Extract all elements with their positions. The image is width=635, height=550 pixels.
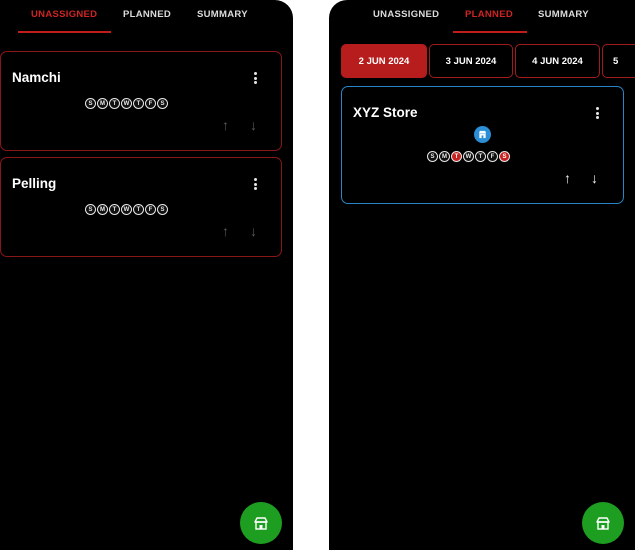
move-up-icon[interactable]: ↑ [222, 224, 229, 238]
weekday-selector: S M T W T F S [85, 204, 168, 215]
tab-summary[interactable]: SUMMARY [538, 9, 589, 20]
day-thursday[interactable]: T [475, 151, 486, 162]
store-card-xyz[interactable]: XYZ Store S M T W T F S ↑ ↓ [341, 86, 624, 204]
weekday-selector: S M T W T F S [427, 151, 510, 162]
tab-unassigned[interactable]: UNASSIGNED [373, 9, 439, 20]
card-title: XYZ Store [353, 105, 418, 120]
card-title: Namchi [12, 70, 61, 85]
day-monday[interactable]: M [439, 151, 450, 162]
assign-store-button[interactable] [582, 502, 624, 544]
more-options-icon[interactable] [596, 107, 600, 121]
move-up-icon[interactable]: ↑ [564, 171, 571, 185]
tab-planned[interactable]: PLANNED [123, 9, 171, 20]
day-thursday[interactable]: T [133, 98, 144, 109]
day-sunday[interactable]: S [85, 204, 96, 215]
store-assign-icon [596, 517, 610, 530]
location-card-namchi[interactable]: Namchi S M T W T F S ↑ ↓ [0, 51, 282, 151]
active-tab-indicator [453, 31, 527, 33]
location-card-pelling[interactable]: Pelling S M T W T F S ↑ ↓ [0, 157, 282, 257]
day-saturday[interactable]: S [157, 204, 168, 215]
planned-screen: UNASSIGNED PLANNED SUMMARY 2 JUN 2024 3 … [329, 0, 635, 550]
tab-bar: UNASSIGNED PLANNED SUMMARY [329, 0, 635, 34]
day-thursday[interactable]: T [133, 204, 144, 215]
move-down-icon[interactable]: ↓ [250, 224, 257, 238]
day-wednesday[interactable]: W [121, 98, 132, 109]
active-tab-indicator [18, 31, 111, 33]
card-title: Pelling [12, 176, 57, 191]
move-down-icon[interactable]: ↓ [591, 171, 598, 185]
day-monday[interactable]: M [97, 204, 108, 215]
day-sunday[interactable]: S [85, 98, 96, 109]
date-tab-4-jun[interactable]: 4 JUN 2024 [515, 44, 600, 78]
day-tuesday[interactable]: T [451, 151, 462, 162]
move-up-icon[interactable]: ↑ [222, 118, 229, 132]
more-options-icon[interactable] [254, 178, 258, 192]
move-down-icon[interactable]: ↓ [250, 118, 257, 132]
day-wednesday[interactable]: W [121, 204, 132, 215]
assign-store-button[interactable] [240, 502, 282, 544]
day-friday[interactable]: F [145, 204, 156, 215]
store-icon [474, 126, 491, 143]
unassigned-screen: UNASSIGNED PLANNED SUMMARY Namchi S M T … [0, 0, 293, 550]
day-saturday[interactable]: S [499, 151, 510, 162]
weekday-selector: S M T W T F S [85, 98, 168, 109]
day-friday[interactable]: F [487, 151, 498, 162]
store-assign-icon [254, 517, 268, 530]
more-options-icon[interactable] [254, 72, 258, 86]
day-tuesday[interactable]: T [109, 204, 120, 215]
date-tab-2-jun[interactable]: 2 JUN 2024 [341, 44, 427, 78]
day-friday[interactable]: F [145, 98, 156, 109]
tab-summary[interactable]: SUMMARY [197, 9, 248, 20]
day-wednesday[interactable]: W [463, 151, 474, 162]
day-saturday[interactable]: S [157, 98, 168, 109]
day-monday[interactable]: M [97, 98, 108, 109]
tab-bar: UNASSIGNED PLANNED SUMMARY [0, 0, 293, 34]
date-tab-5-jun[interactable]: 5 [602, 44, 635, 78]
day-tuesday[interactable]: T [109, 98, 120, 109]
date-tab-3-jun[interactable]: 3 JUN 2024 [429, 44, 513, 78]
tab-unassigned[interactable]: UNASSIGNED [31, 9, 97, 20]
tab-planned[interactable]: PLANNED [465, 9, 513, 20]
day-sunday[interactable]: S [427, 151, 438, 162]
